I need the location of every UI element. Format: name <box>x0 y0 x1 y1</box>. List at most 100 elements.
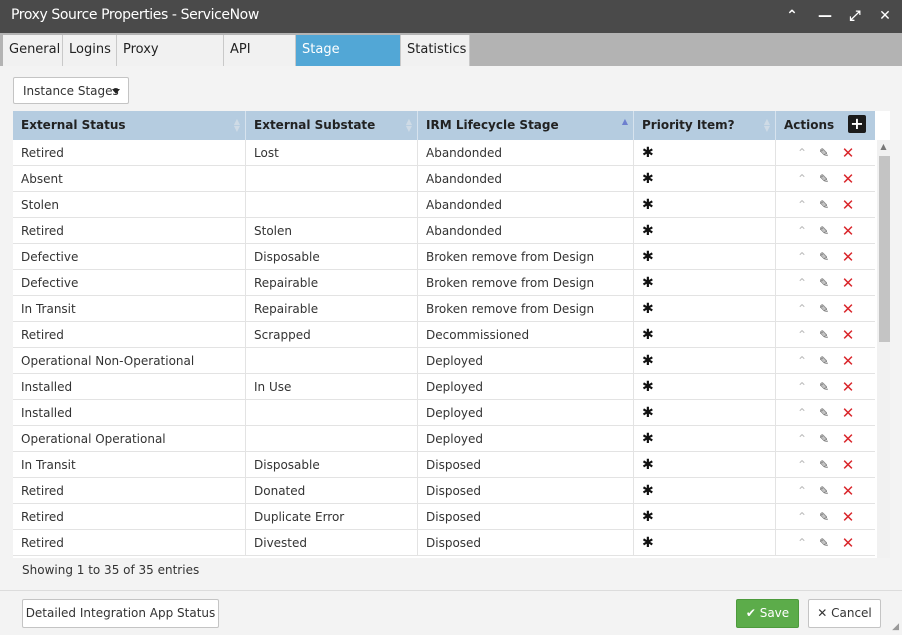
delete-icon[interactable]: ✕ <box>840 270 856 296</box>
delete-icon[interactable]: ✕ <box>840 452 856 478</box>
table-row[interactable]: Operational Non-Operational Deployed ✱ ⌃ ✎ ✕ <box>13 348 875 374</box>
scrollbar-thumb[interactable] <box>879 156 890 342</box>
delete-icon[interactable]: ✕ <box>840 426 856 452</box>
table-row[interactable]: In Transit Disposable Disposed ✱ ⌃ ✎ ✕ <box>13 452 875 478</box>
sort-icon: ▲ ▼ <box>405 117 412 133</box>
edit-pencil-icon[interactable]: ✎ <box>817 270 831 296</box>
table-row[interactable]: In Transit Repairable Broken remove from D… <box>13 296 875 322</box>
move-up-icon[interactable]: ⌃ <box>796 192 808 218</box>
move-up-icon[interactable]: ⌃ <box>796 296 808 322</box>
col-external-status[interactable]: External Status ▲ ▼ <box>13 111 246 140</box>
delete-icon[interactable]: ✕ <box>840 218 856 244</box>
col-irm-lifecycle-stage[interactable]: IRM Lifecycle Stage ▲ <box>418 111 634 140</box>
cell-priority: ✱ <box>634 478 776 504</box>
edit-pencil-icon[interactable]: ✎ <box>817 296 831 322</box>
cell-stage: Disposed <box>418 478 634 504</box>
delete-icon[interactable]: ✕ <box>840 166 856 192</box>
edit-pencil-icon[interactable]: ✎ <box>817 244 831 270</box>
cell-stage: Broken remove from Design <box>418 296 634 322</box>
delete-icon[interactable]: ✕ <box>840 374 856 400</box>
move-up-icon[interactable]: ⌃ <box>796 348 808 374</box>
table-row[interactable]: Absent Abandonded ✱ ⌃ ✎ ✕ <box>13 166 875 192</box>
edit-pencil-icon[interactable]: ✎ <box>817 322 831 348</box>
move-up-icon[interactable]: ⌃ <box>796 244 808 270</box>
tab-general[interactable]: General <box>3 35 63 66</box>
table-row[interactable]: Retired Duplicate Error Disposed ✱ ⌃ ✎ ✕ <box>13 504 875 530</box>
tab-statistics[interactable]: Statistics <box>401 35 470 66</box>
tab-api-login[interactable]: API Login <box>224 35 296 86</box>
col-priority-item[interactable]: Priority Item? ▲ ▼ <box>634 111 776 140</box>
delete-icon[interactable]: ✕ <box>840 400 856 426</box>
table-row[interactable]: Retired Lost Abandonded ✱ ⌃ ✎ ✕ <box>13 140 875 166</box>
vertical-scrollbar[interactable]: ▲ <box>877 140 890 558</box>
move-up-icon[interactable]: ⌃ <box>796 400 808 426</box>
delete-icon[interactable]: ✕ <box>840 530 856 556</box>
move-up-icon[interactable]: ⌃ <box>796 530 808 556</box>
move-up-icon[interactable]: ⌃ <box>796 374 808 400</box>
table-row[interactable]: Defective Repairable Broken remove from De… <box>13 270 875 296</box>
delete-icon[interactable]: ✕ <box>840 478 856 504</box>
stage-mapping-panel: Instance Stages External Status ▲ ▼ Extern… <box>0 66 902 635</box>
edit-pencil-icon[interactable]: ✎ <box>817 374 831 400</box>
minimize-icon[interactable]: — <box>814 6 836 26</box>
cell-stage: Decommissioned <box>418 322 634 348</box>
delete-icon[interactable]: ✕ <box>840 244 856 270</box>
cancel-button[interactable]: ✕ Cancel <box>808 599 881 628</box>
instance-stages-dropdown[interactable]: Instance Stages <box>13 77 129 104</box>
table-row[interactable]: Retired Scrapped Decommissioned ✱ ⌃ ✎ ✕ <box>13 322 875 348</box>
cell-substate: Donated <box>246 478 418 504</box>
tab-proxy-varieties[interactable]: Proxy Varieties <box>117 35 224 86</box>
table-row[interactable]: Defective Disposable Broken remove from De… <box>13 244 875 270</box>
caret-down-icon <box>112 89 120 94</box>
move-up-icon[interactable]: ⌃ <box>796 426 808 452</box>
col-external-substate[interactable]: External Substate ▲ ▼ <box>246 111 418 140</box>
edit-pencil-icon[interactable]: ✎ <box>817 504 831 530</box>
move-up-icon[interactable]: ⌃ <box>796 322 808 348</box>
edit-pencil-icon[interactable]: ✎ <box>817 140 831 166</box>
edit-pencil-icon[interactable]: ✎ <box>817 166 831 192</box>
scroll-up-arrow-icon[interactable]: ▲ <box>877 142 890 152</box>
sort-icon: ▲ ▼ <box>233 117 240 133</box>
edit-pencil-icon[interactable]: ✎ <box>817 452 831 478</box>
tab-logins[interactable]: Logins <box>63 35 117 66</box>
tab-stage-mapping[interactable]: Stage Mapping <box>296 35 401 86</box>
delete-icon[interactable]: ✕ <box>840 322 856 348</box>
edit-pencil-icon[interactable]: ✎ <box>817 218 831 244</box>
move-up-icon[interactable]: ⌃ <box>796 478 808 504</box>
add-mapping-button[interactable]: + <box>848 115 866 133</box>
edit-pencil-icon[interactable]: ✎ <box>817 530 831 556</box>
edit-pencil-icon[interactable]: ✎ <box>817 426 831 452</box>
sort-icon: ▲ ▼ <box>763 117 770 133</box>
window-title: Proxy Source Properties - ServiceNow <box>11 7 259 23</box>
delete-icon[interactable]: ✕ <box>840 296 856 322</box>
table-row[interactable]: Retired Stolen Abandonded ✱ ⌃ ✎ ✕ <box>13 218 875 244</box>
move-up-icon[interactable]: ⌃ <box>796 270 808 296</box>
move-up-icon[interactable]: ⌃ <box>796 452 808 478</box>
edit-pencil-icon[interactable]: ✎ <box>817 400 831 426</box>
resize-grip-icon[interactable]: ◢ <box>892 622 899 632</box>
edit-pencil-icon[interactable]: ✎ <box>817 478 831 504</box>
cell-substate: Repairable <box>246 270 418 296</box>
delete-icon[interactable]: ✕ <box>840 504 856 530</box>
table-row[interactable]: Installed In Use Deployed ✱ ⌃ ✎ ✕ <box>13 374 875 400</box>
close-icon[interactable]: ✕ <box>874 6 896 26</box>
table-body: Retired Lost Abandonded ✱ ⌃ ✎ ✕ Absent Abandonde… <box>13 140 875 558</box>
move-up-icon[interactable]: ⌃ <box>796 218 808 244</box>
table-row[interactable]: Retired Divested Disposed ✱ ⌃ ✎ ✕ <box>13 530 875 556</box>
edit-pencil-icon[interactable]: ✎ <box>817 192 831 218</box>
save-button[interactable]: ✔ Save <box>736 599 799 628</box>
detailed-integration-status-button[interactable]: Detailed Integration App Status <box>22 599 219 628</box>
table-row[interactable]: Operational Operational Deployed ✱ ⌃ ✎ ✕ <box>13 426 875 452</box>
table-row[interactable]: Retired Donated Disposed ✱ ⌃ ✎ ✕ <box>13 478 875 504</box>
table-row[interactable]: Stolen Abandonded ✱ ⌃ ✎ ✕ <box>13 192 875 218</box>
maximize-icon[interactable]: ⤢ <box>844 6 866 26</box>
delete-icon[interactable]: ✕ <box>840 192 856 218</box>
table-row[interactable]: Installed Deployed ✱ ⌃ ✎ ✕ <box>13 400 875 426</box>
delete-icon[interactable]: ✕ <box>840 140 856 166</box>
edit-pencil-icon[interactable]: ✎ <box>817 348 831 374</box>
collapse-icon[interactable]: ⌃ <box>781 6 803 26</box>
delete-icon[interactable]: ✕ <box>840 348 856 374</box>
move-up-icon[interactable]: ⌃ <box>796 140 808 166</box>
move-up-icon[interactable]: ⌃ <box>796 504 808 530</box>
move-up-icon[interactable]: ⌃ <box>796 166 808 192</box>
